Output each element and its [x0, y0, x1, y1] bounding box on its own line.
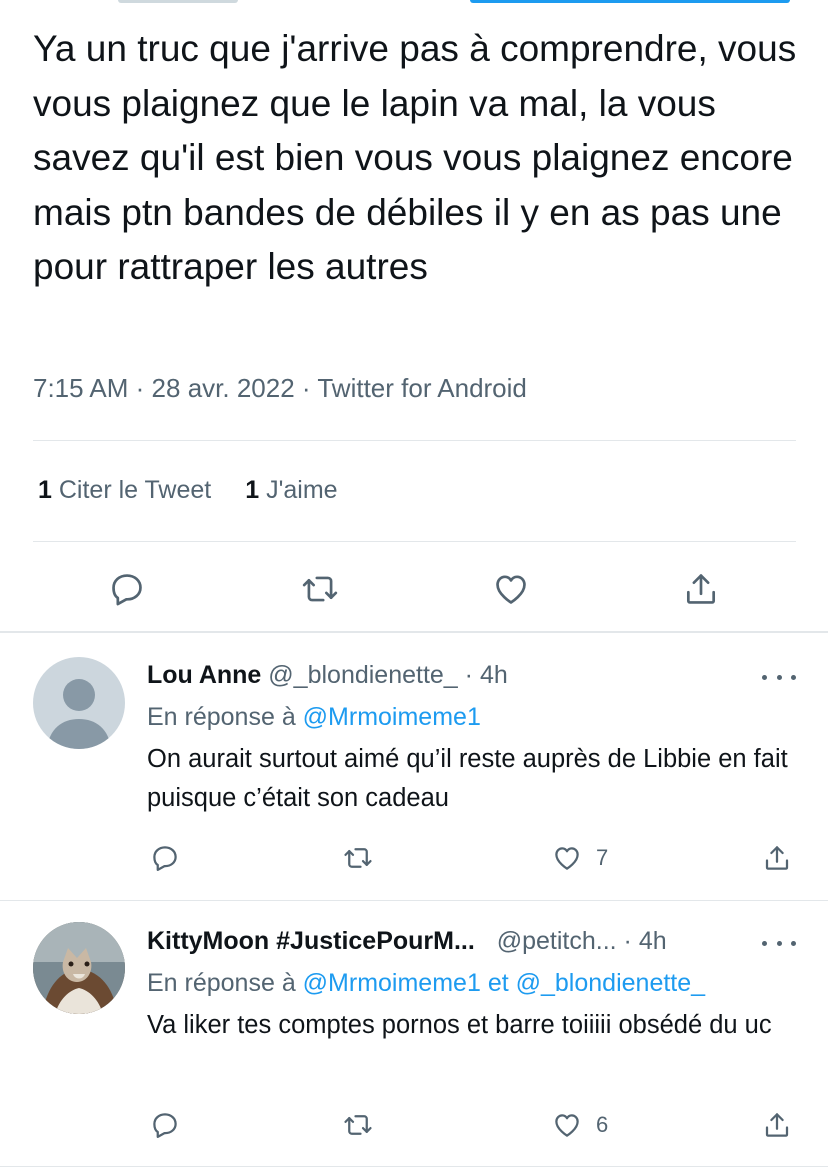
- heart-icon: [555, 847, 579, 870]
- reply-header: Lou Anne @_blondienette_ · 4h: [147, 661, 508, 690]
- heart-icon: [496, 575, 526, 604]
- share-button[interactable]: [762, 840, 792, 876]
- retweet-icon: [344, 848, 372, 868]
- share-icon: [686, 574, 716, 604]
- more-icon: [762, 940, 767, 946]
- divider: [0, 1166, 828, 1167]
- like-button[interactable]: 7: [552, 840, 608, 876]
- like-button[interactable]: 6: [552, 1107, 608, 1143]
- default-avatar-icon: [47, 679, 111, 749]
- more-button[interactable]: [762, 667, 796, 687]
- reply-author-name[interactable]: KittyMoon #JusticePourM...: [147, 927, 475, 955]
- mention-link[interactable]: @_blondienette_: [516, 969, 705, 997]
- quote-tweets-link[interactable]: 1 Citer le Tweet: [38, 476, 211, 504]
- reply-icon: [112, 574, 142, 606]
- tweet-source[interactable]: Twitter for Android: [317, 373, 527, 403]
- divider: [33, 541, 796, 542]
- share-icon: [765, 1113, 789, 1137]
- likes-link[interactable]: 1 J'aime: [245, 476, 337, 504]
- replying-to-label: En réponse à: [147, 703, 296, 731]
- tweet-meta: 7:15 AM · 28 avr. 2022 · Twitter for And…: [33, 373, 527, 404]
- more-icon: [762, 674, 767, 680]
- tweet-text: Ya un truc que j'arrive pas à comprendre…: [33, 28, 797, 287]
- heart-icon: [555, 1114, 579, 1137]
- mention-link[interactable]: @Mrmoimeme1: [303, 969, 481, 997]
- tweet-stats: 1 Citer le Tweet 1 J'aime: [38, 476, 338, 505]
- tweet-time[interactable]: 7:15 AM: [33, 373, 128, 403]
- reply-text: Va liker tes comptes pornos et barre toi…: [147, 1011, 772, 1039]
- replying-to: En réponse à @Mrmoimeme1: [147, 703, 481, 732]
- like-label: J'aime: [266, 476, 338, 504]
- cat-avatar-icon: [33, 922, 125, 1014]
- replying-to: En réponse à @Mrmoimeme1 et @_blondienet…: [147, 969, 705, 998]
- like-button[interactable]: [489, 567, 533, 611]
- divider: [0, 900, 828, 901]
- retweet-button[interactable]: [343, 840, 373, 876]
- previous-element-edge: [118, 0, 238, 3]
- reply-header: KittyMoon #JusticePourM... @petitch... ·…: [147, 927, 667, 956]
- meta-separator: ·: [464, 661, 473, 689]
- reply-time[interactable]: 4h: [639, 927, 667, 955]
- reply-icon: [153, 1113, 177, 1138]
- reply-author-name[interactable]: Lou Anne: [147, 661, 261, 689]
- meta-separator: ·: [135, 373, 145, 403]
- mention-link[interactable]: @Mrmoimeme1: [303, 703, 481, 731]
- reply-time[interactable]: 4h: [480, 661, 508, 689]
- reply-button[interactable]: [105, 567, 149, 611]
- like-count: 1: [245, 476, 260, 504]
- avatar[interactable]: [33, 657, 125, 749]
- retweet-icon: [344, 1115, 372, 1135]
- reply-author-handle[interactable]: @petitch...: [497, 927, 617, 955]
- reply-icon: [153, 846, 177, 871]
- like-count: 7: [596, 845, 609, 870]
- share-icon: [765, 846, 789, 870]
- divider: [33, 440, 796, 441]
- reply-text: On aurait surtout aimé qu’il reste auprè…: [147, 745, 788, 812]
- share-button[interactable]: [679, 567, 723, 611]
- retweet-button[interactable]: [343, 1107, 373, 1143]
- quote-label: Citer le Tweet: [58, 476, 212, 504]
- share-button[interactable]: [762, 1107, 792, 1143]
- replying-to-label: En réponse à: [147, 969, 296, 997]
- reply-button[interactable]: [150, 1107, 180, 1143]
- reply-button[interactable]: [150, 840, 180, 876]
- avatar[interactable]: [33, 922, 125, 1014]
- retweet-button[interactable]: [298, 567, 342, 611]
- divider: [0, 631, 828, 633]
- like-count: 6: [596, 1112, 609, 1137]
- reply-author-handle[interactable]: @_blondienette_: [268, 661, 457, 689]
- more-button[interactable]: [762, 933, 796, 953]
- follow-button-edge[interactable]: [470, 0, 790, 3]
- retweet-icon: [302, 576, 338, 602]
- previous-content-edge: [0, 0, 828, 4]
- meta-separator: ·: [301, 373, 311, 403]
- tweet-date[interactable]: 28 avr. 2022: [152, 373, 295, 403]
- and-label: et: [487, 969, 509, 997]
- meta-separator: ·: [623, 927, 632, 955]
- quote-count: 1: [38, 476, 52, 504]
